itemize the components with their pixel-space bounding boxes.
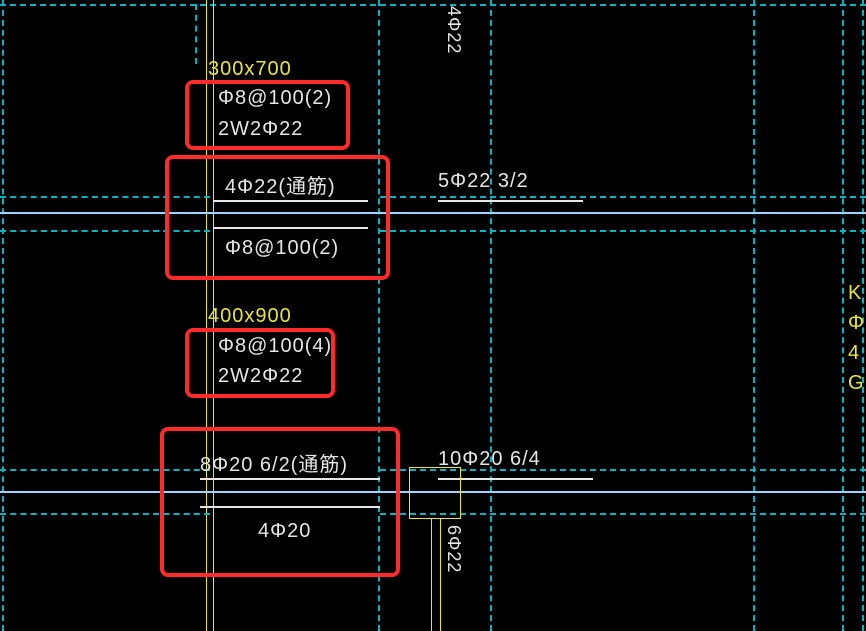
- column-axis-a: [431, 519, 432, 631]
- cad-viewport[interactable]: 4Φ22 300x700 Φ8@100(2) 2W2Φ22 4Φ22(通筋) 5…: [0, 0, 866, 631]
- side-l2: Φ: [848, 312, 865, 335]
- beam1-under-top-r: [438, 200, 583, 202]
- highlight-beam2-b: [160, 427, 400, 577]
- beam2-size: 400x900: [208, 305, 292, 328]
- highlight-beam2-a: [185, 328, 335, 398]
- side-l1: K: [848, 282, 862, 305]
- dashed-border-top: [0, 4, 866, 6]
- beam2-under-top-r: [438, 478, 593, 480]
- beam1-edge-top: [380, 196, 866, 198]
- beam1-size: 300x700: [208, 58, 292, 81]
- grid-v-short: [195, 4, 197, 64]
- dashed-border-left: [2, 0, 4, 631]
- beam1-right-topbar: 5Φ22 3/2: [438, 170, 529, 193]
- grid-v-c: [753, 0, 755, 631]
- beam2-right-topbar: 10Φ20 6/4: [438, 448, 541, 471]
- side-l3: 4: [848, 342, 860, 365]
- side-l4: G: [848, 372, 865, 395]
- column-axis-b: [440, 519, 441, 631]
- col-bot-label: 6Φ22: [443, 525, 464, 573]
- highlight-beam1-a: [185, 80, 350, 150]
- highlight-beam1-b: [165, 155, 390, 280]
- grid-v-d: [842, 0, 844, 631]
- grid-v-b: [490, 0, 492, 631]
- beam1-centerline: [0, 212, 866, 214]
- column-marker: [409, 467, 461, 519]
- beam1-edge-bot: [380, 230, 866, 232]
- col-top-label: 4Φ22: [443, 6, 464, 54]
